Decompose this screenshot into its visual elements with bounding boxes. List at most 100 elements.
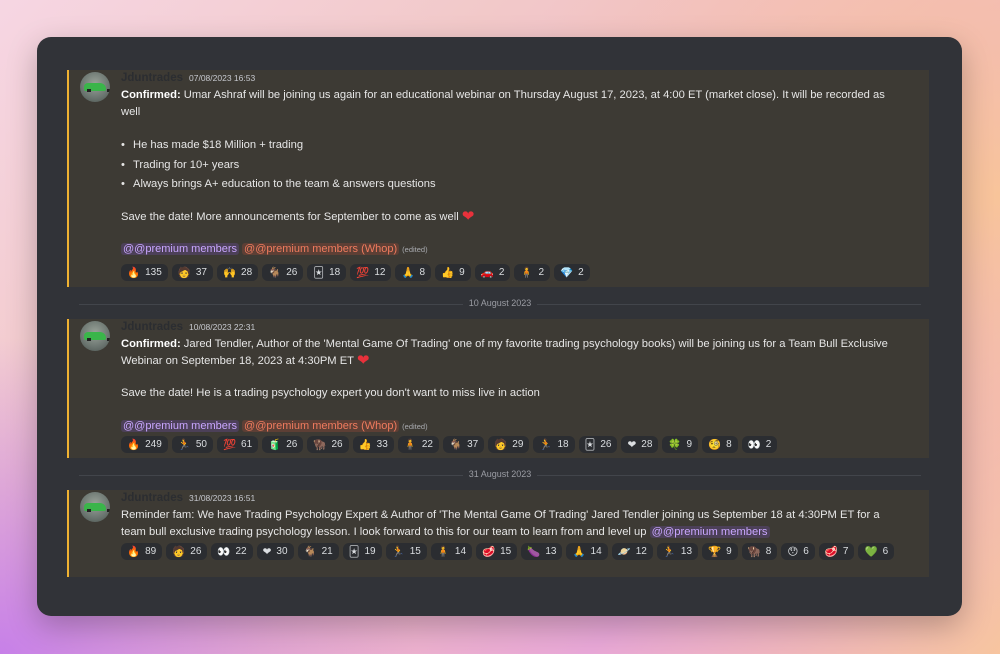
reaction-emoji-icon: 🃏 [584,438,596,451]
reaction-emoji-icon: 🐐 [268,266,282,279]
reaction-count: 2 [498,267,505,278]
edited-label: (edited) [402,421,428,431]
reaction-emoji-icon: 🚗 [480,266,494,279]
reaction-chip[interactable]: 💯 12 [350,264,392,281]
mention-premium-members[interactable]: @@premium members [121,419,240,432]
reaction-count: 13 [680,546,693,557]
reaction-chip[interactable]: 🥩 7 [818,543,855,560]
message-header: Jduntrades 07/08/2023 16:53 [121,72,255,85]
reaction-chip[interactable]: 🏃 18 [533,436,575,453]
reaction-count: 2 [538,267,545,278]
reaction-chip[interactable]: 🃏 18 [307,264,347,281]
reaction-chip[interactable]: 🧍 14 [430,543,473,560]
reaction-chip[interactable]: 🍀 9 [662,436,699,453]
heart-icon: ❤ [356,351,370,369]
reaction-count: 13 [545,546,557,557]
reaction-chip[interactable]: 🙏 8 [395,264,432,281]
reaction-chip[interactable]: 🪐 12 [611,543,653,560]
mention-premium-members-whop[interactable]: @@premium members (Whop) [242,243,400,255]
avatar[interactable] [80,321,110,351]
reaction-chip[interactable]: 🏃 50 [171,436,213,453]
reaction-chip[interactable]: 🧑 29 [488,436,530,453]
reaction-emoji-icon: 😯 [787,545,799,558]
date-divider-label: 10 August 2023 [462,298,538,308]
reaction-emoji-icon: 🏃 [539,438,553,451]
reaction-count: 26 [190,546,202,557]
reaction-count: 21 [321,546,333,557]
reaction-emoji-icon: 🏃 [391,545,405,558]
reaction-chip[interactable]: 🦬 26 [307,436,349,453]
reaction-count: 14 [454,546,467,557]
reaction-chip[interactable]: 🔥 135 [121,264,168,281]
reaction-emoji-icon: 🥩 [824,545,838,558]
reaction-emoji-icon: 🧍 [436,545,450,558]
reaction-chip[interactable]: 👀 22 [211,543,253,560]
reaction-chip[interactable]: 💎 2 [554,264,590,281]
reaction-emoji-icon: 🍀 [668,438,682,451]
reaction-emoji-icon: 🔥 [127,545,141,558]
reaction-emoji-icon: 🃏 [348,545,360,558]
date-divider: 10 August 2023 [79,298,921,308]
reaction-chip[interactable]: 🧍 2 [514,264,551,281]
message-text: Jared Tendler, Author of the 'Mental Gam… [121,338,888,367]
reaction-chip[interactable]: 🚗 2 [474,264,511,281]
reaction-chip[interactable]: 🍆 13 [521,543,563,560]
bullet-item: He has made $18 Million + trading [121,137,899,154]
reaction-chip[interactable]: 🙌 28 [216,264,259,281]
reaction-count: 18 [329,267,341,278]
avatar[interactable] [80,492,110,522]
reaction-emoji-icon: 👍 [441,266,455,279]
reaction-count: 61 [241,439,253,450]
username[interactable]: Jduntrades [121,72,183,84]
message-body: Confirmed: Jared Tendler, Author of the … [121,336,899,435]
reaction-chip[interactable]: 😯 6 [781,543,815,560]
username[interactable]: Jduntrades [121,321,183,333]
chat-window: Jduntrades 07/08/2023 16:53 Confirmed: Um… [37,37,962,616]
car-icon [84,83,110,92]
reaction-chip[interactable]: ❤ 30 [256,543,294,560]
mention-premium-members[interactable]: @@premium members [121,243,240,255]
reaction-chip[interactable]: 🧑 26 [166,543,208,560]
reaction-count: 12 [635,546,647,557]
mention-premium-members[interactable]: @@premium members [649,525,770,538]
reaction-emoji-icon: 🐐 [448,438,463,451]
reaction-chip[interactable]: 🐐 21 [297,543,339,560]
reaction-count: 30 [276,546,288,557]
reaction-chip[interactable]: 🙏 14 [566,543,608,560]
reaction-count: 249 [145,439,162,450]
reaction-emoji-icon: 🃏 [313,266,325,279]
reaction-count: 7 [842,546,849,557]
reaction-chip[interactable]: 🐐 26 [262,264,304,281]
reaction-chip[interactable]: 🧑 37 [171,264,213,281]
reaction-chip[interactable]: 🧍 22 [397,436,439,453]
reaction-chip[interactable]: ❤ 28 [621,436,659,453]
timestamp: 31/08/2023 16:51 [189,493,256,503]
timestamp: 07/08/2023 16:53 [189,73,256,83]
reaction-chip[interactable]: 🐐 37 [442,436,485,453]
reaction-chip[interactable]: 🦬 8 [741,543,778,560]
reaction-chip[interactable]: 💚 6 [858,543,895,560]
reaction-chip[interactable]: 💯 61 [216,436,259,453]
reaction-emoji-icon: ❤ [627,438,637,451]
reaction-chip[interactable]: 🃏 19 [342,543,382,560]
reaction-chip[interactable]: 🧃 26 [262,436,304,453]
reaction-chip[interactable]: 🏃 15 [385,543,427,560]
reaction-chip[interactable]: 🃏 26 [578,436,618,453]
reaction-chip[interactable]: 👀 2 [741,436,778,453]
reaction-emoji-icon: 🙌 [222,266,237,279]
reaction-chip[interactable]: 🏃 13 [656,543,699,560]
reaction-chip[interactable]: 👍 33 [352,436,394,453]
username[interactable]: Jduntrades [121,492,183,504]
avatar[interactable] [80,72,110,102]
reaction-bar: 🔥 135 🧑 37 🙌 28 🐐 26 🃏 18 💯 12 🙏 8 👍 9 🚗 2 🧍 2 💎 2 [121,264,590,281]
message-body: Reminder fam: We have Trading Psychology… [121,507,899,540]
mention-premium-members-whop[interactable]: @@premium members (Whop) [242,419,400,432]
reaction-chip[interactable]: 🧐 8 [702,436,738,453]
reaction-chip[interactable]: 🏆 9 [702,543,738,560]
reaction-chip[interactable]: 🔥 89 [121,543,163,560]
reaction-chip[interactable]: 🥩 15 [476,543,518,560]
reaction-chip[interactable]: 🔥 249 [121,436,168,453]
reaction-count: 37 [467,439,479,450]
reaction-count: 2 [765,439,772,450]
reaction-chip[interactable]: 👍 9 [435,264,471,281]
